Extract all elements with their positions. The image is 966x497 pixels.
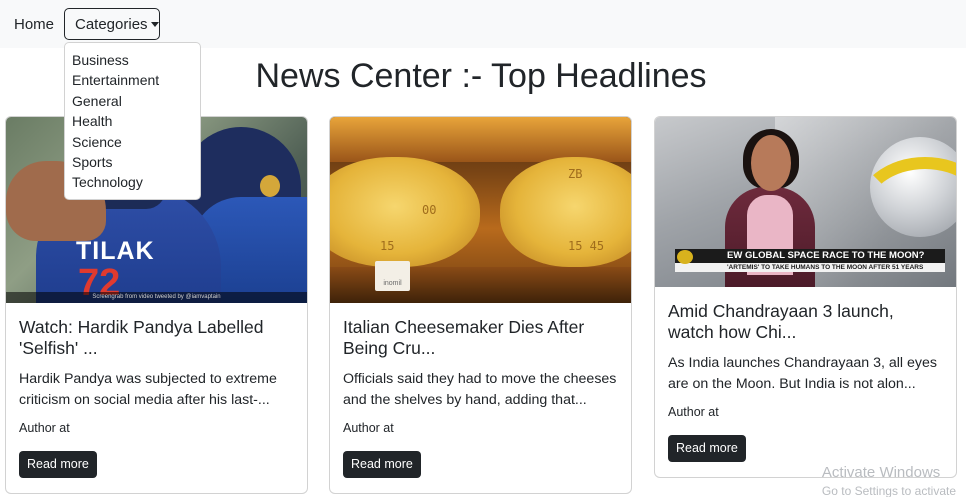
read-more-button[interactable]: Read more [668,435,746,462]
windows-activation-watermark: Activate Windows Go to Settings to activ… [822,464,956,497]
news-card: EW GLOBAL SPACE RACE TO THE MOON? 'ARTEM… [654,116,957,478]
categories-label: Categories [75,15,148,33]
dropdown-item-health[interactable]: Health [65,111,200,131]
categories-dropdown-button[interactable]: Categories [64,8,160,40]
read-more-button[interactable]: Read more [19,451,97,478]
news-card-author: Author at [343,421,394,435]
crest-icon [260,175,280,197]
news-card-title: Watch: Hardik Pandya Labelled 'Selfish' … [19,317,264,358]
image-tag: inomil [375,261,410,291]
watermark-line-1: Activate Windows [821,464,941,481]
news-card-image: 00 ZB 15 15 45 inomil [330,117,631,303]
image-caption: Screengrab from video tweeted by @iamvap… [6,292,307,303]
image-news-ticker: EW GLOBAL SPACE RACE TO THE MOON? [675,249,945,263]
dropdown-item-technology[interactable]: Technology [65,172,200,192]
news-card-title: Italian Cheesemaker Dies After Being Cru… [343,317,585,358]
news-card-body: Amid Chandrayaan 3 launch, watch how Chi… [655,287,956,476]
news-card-title: Amid Chandrayaan 3 launch, watch how Chi… [668,301,894,342]
news-card-author: Author at [668,405,719,419]
image-cheese-mark: ZB [568,167,583,181]
image-cheese-mark: 15 [380,239,395,253]
image-cheese-wheel [330,157,480,267]
news-card-body: Watch: Hardik Pandya Labelled 'Selfish' … [6,303,307,492]
watermark-line-2: Go to Settings to activate [821,484,956,497]
caret-down-icon [150,21,159,27]
image-cheese-wheel [500,157,631,267]
dropdown-item-general[interactable]: General [65,91,200,111]
dropdown-item-business[interactable]: Business [65,50,200,70]
news-card-description: Hardik Pandya was subjected to extreme c… [19,371,277,408]
news-card-author: Author at [19,421,70,435]
channel-logo-icon [677,250,693,264]
navbar: Home Categories [0,0,966,48]
image-shelf-shape [330,117,631,162]
news-card-body: Italian Cheesemaker Dies After Being Cru… [330,303,631,492]
dropdown-item-science[interactable]: Science [65,132,200,152]
dropdown-item-entertainment[interactable]: Entertainment [65,70,200,90]
news-card-image: EW GLOBAL SPACE RACE TO THE MOON? 'ARTEM… [655,117,956,287]
news-card: 00 ZB 15 15 45 inomil Italian Cheesemake… [329,116,632,494]
image-cheese-mark: 00 [422,203,437,217]
dropdown-item-sports[interactable]: Sports [65,152,200,172]
categories-dropdown-menu: Business Entertainment General Health Sc… [64,42,201,200]
news-card-description: As India launches Chandrayaan 3, all eye… [668,355,937,392]
image-cheese-mark: 15 45 [568,239,605,253]
news-card-description: Officials said they had to move the chee… [343,371,617,408]
image-presenter-head [751,135,791,191]
nav-home-link[interactable]: Home [14,16,54,33]
read-more-button[interactable]: Read more [343,451,421,478]
image-news-subticker: 'ARTEMIS' TO TAKE HUMANS TO THE MOON AFT… [675,263,945,272]
